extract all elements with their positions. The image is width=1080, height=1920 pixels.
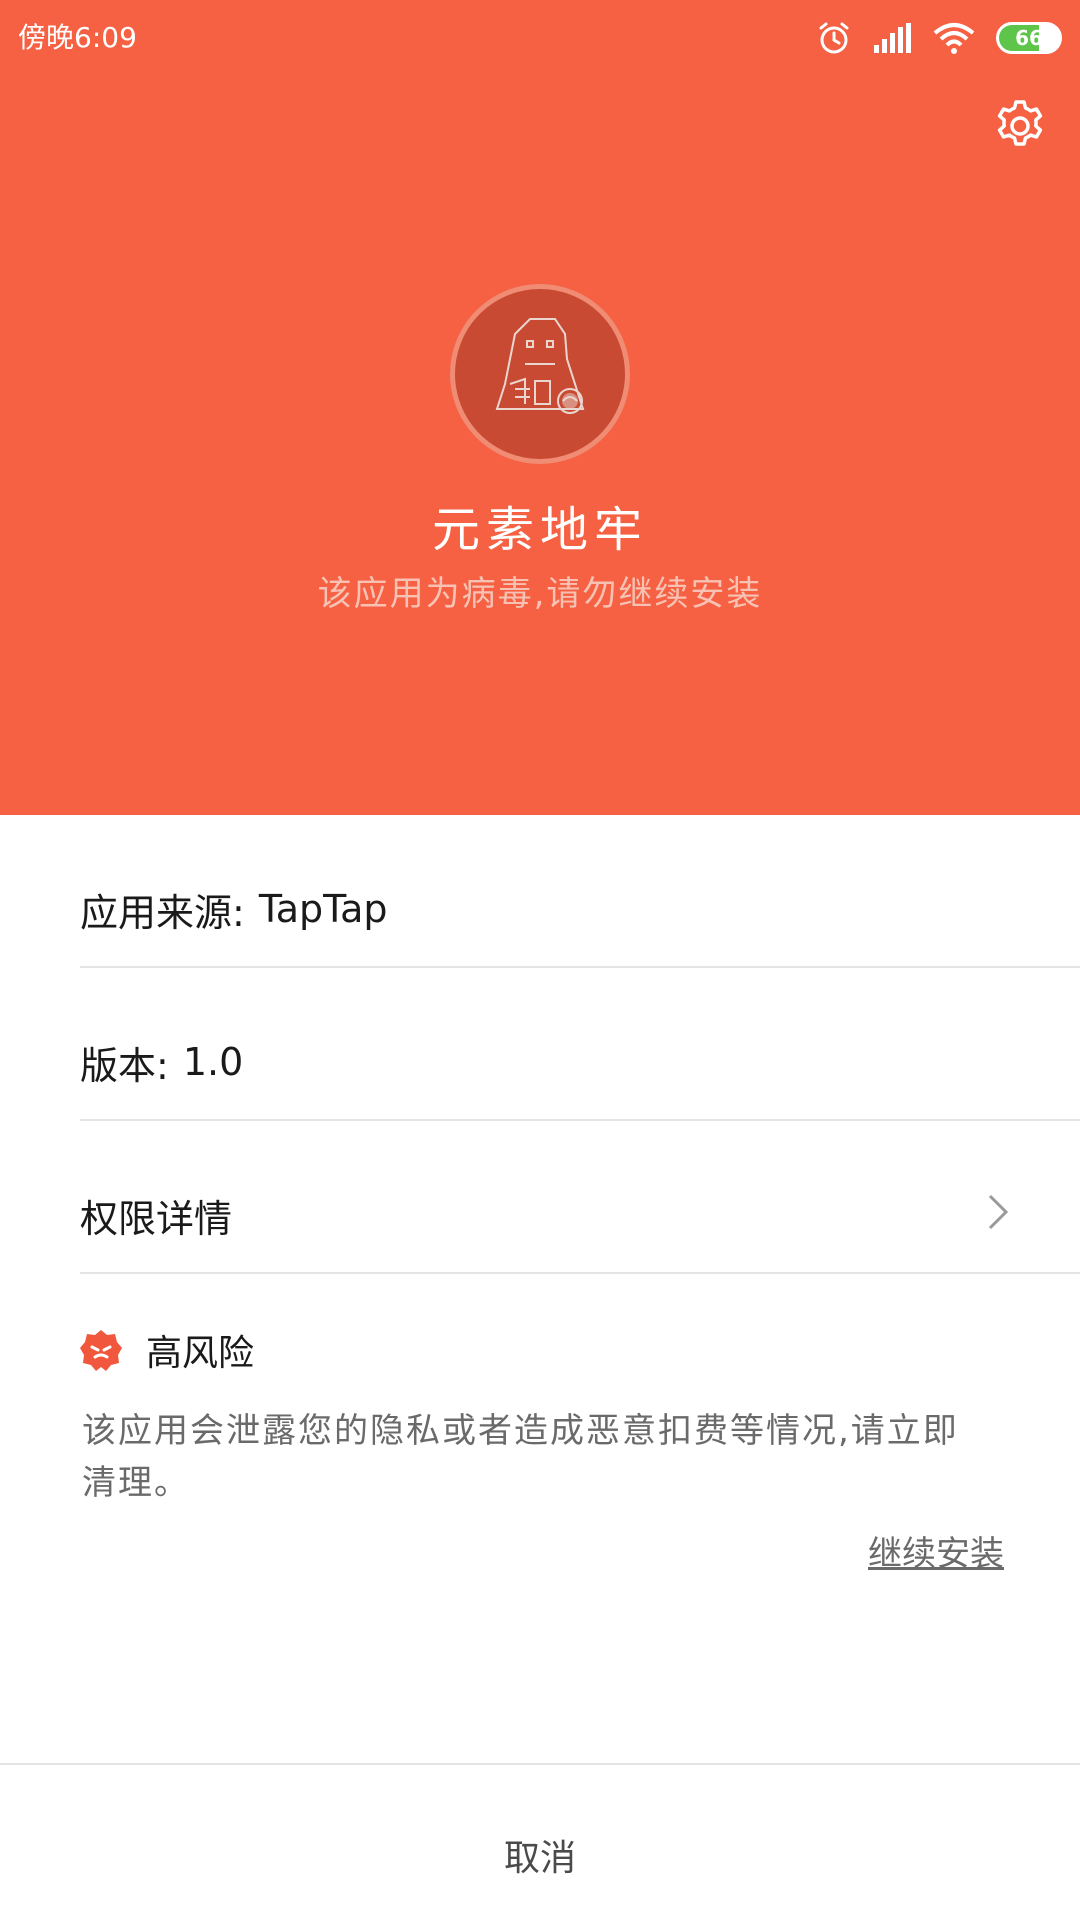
wifi-icon xyxy=(933,23,975,54)
app-source-label: 应用来源: xyxy=(80,890,245,935)
status-icons: 66 xyxy=(816,16,1062,60)
chevron-right-icon xyxy=(988,1194,1009,1230)
version-label: 版本: xyxy=(80,1043,169,1088)
signal-icon xyxy=(874,23,911,53)
continue-install-link[interactable]: 继续安装 xyxy=(868,1530,1004,1578)
app-name: 元素地牢 xyxy=(431,502,648,558)
battery-icon: 66 xyxy=(996,22,1062,54)
virus-warning: 该应用为病毒,请勿继续安装 xyxy=(317,574,763,614)
app-source-value: TapTap xyxy=(258,887,388,931)
cancel-button[interactable]: 取消 xyxy=(0,1765,1080,1920)
app-icon xyxy=(450,284,630,464)
dungeon-app-icon xyxy=(495,318,585,414)
app-source-row: 应用来源: TapTap xyxy=(80,816,1080,968)
status-time: 傍晚6:09 xyxy=(18,21,137,54)
risk-title: 高风险 xyxy=(146,1333,255,1374)
battery-level: 66 xyxy=(1015,26,1043,50)
risk-header: 高风险 xyxy=(80,1320,254,1380)
bottom-bar: 取消 xyxy=(0,1763,1080,1920)
gear-icon[interactable] xyxy=(992,98,1048,154)
status-bar: 傍晚6:09 66 xyxy=(0,0,1080,74)
high-risk-icon xyxy=(80,1330,122,1371)
permissions-label: 权限详情 xyxy=(80,1196,233,1241)
alarm-icon xyxy=(819,22,849,54)
version-value: 1.0 xyxy=(182,1040,244,1084)
version-row: 版本: 1.0 xyxy=(80,969,1080,1121)
header: 傍晚6:09 66 元素地牢 该应用为病毒,请勿继续安装 xyxy=(0,0,1080,815)
permissions-row[interactable]: 权限详情 xyxy=(80,1122,1080,1274)
risk-description: 该应用会泄露您的隐私或者造成恶意扣费等情况,请立即清理。 xyxy=(82,1411,959,1503)
